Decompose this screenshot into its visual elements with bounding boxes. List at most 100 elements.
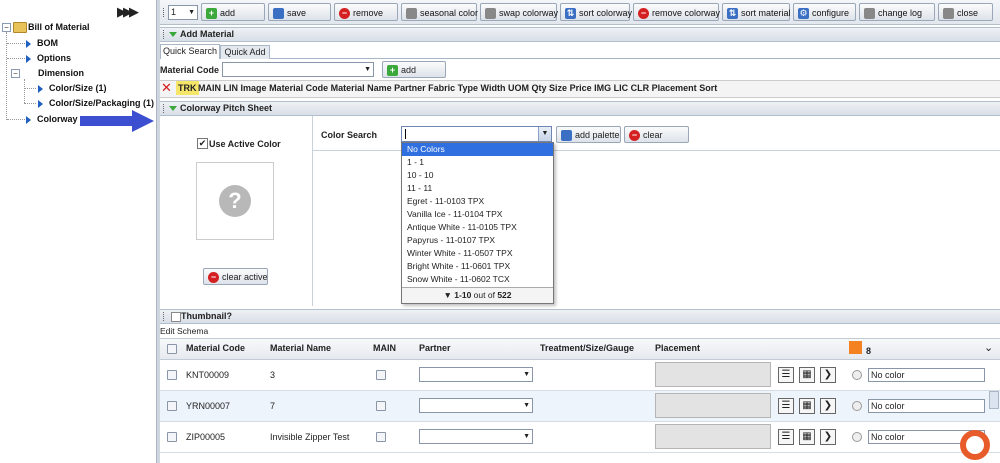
column-main[interactable]: MAIN: [198, 83, 221, 93]
color-field[interactable]: No color: [868, 368, 985, 382]
sort-material-button[interactable]: ⇅ sort material: [722, 3, 791, 21]
header-material-name[interactable]: Material Name: [270, 340, 331, 357]
thumbnail-checkbox[interactable]: [171, 312, 181, 322]
column-uom[interactable]: UOM: [508, 83, 529, 93]
placement-field[interactable]: [655, 362, 771, 387]
seasonal-color-button[interactable]: seasonal color: [401, 3, 478, 21]
header-partner[interactable]: Partner: [419, 340, 451, 357]
select-all-checkbox[interactable]: [167, 344, 177, 354]
add-palette-button[interactable]: add palette: [556, 126, 621, 143]
column-material-name[interactable]: Material Name: [331, 83, 392, 93]
clear-filter-icon[interactable]: ✕: [161, 81, 173, 95]
tree-collapse-root-icon[interactable]: −: [2, 23, 11, 32]
dropdown-option[interactable]: Antique White - 11-0105 TPX: [402, 221, 553, 234]
tree-item-colorway[interactable]: Colorway: [26, 114, 78, 124]
color-field[interactable]: No color: [868, 399, 985, 413]
dropdown-option[interactable]: Winter White - 11-0507 TPX: [402, 247, 553, 260]
next-page-icon[interactable]: ▼: [443, 290, 451, 300]
material-code-select[interactable]: ▼: [222, 62, 374, 77]
header-material-code[interactable]: Material Code: [186, 340, 245, 357]
placement-field[interactable]: [655, 424, 771, 449]
dropdown-option[interactable]: 11 - 11: [402, 182, 553, 195]
collapse-panel-icon[interactable]: ▶▶▶: [117, 4, 139, 20]
arrow-right-icon[interactable]: ❯: [820, 398, 836, 414]
edit-schema-link[interactable]: Edit Schema: [160, 326, 208, 336]
dropdown-option[interactable]: Papyrus - 11-0107 TPX: [402, 234, 553, 247]
page-select[interactable]: 1 ▼: [168, 5, 198, 20]
row-checkbox[interactable]: [167, 432, 177, 442]
tree-item-bom[interactable]: BOM: [26, 38, 58, 48]
header-placement[interactable]: Placement: [655, 340, 700, 357]
column-fabric-type[interactable]: Fabric Type: [428, 83, 478, 93]
dropdown-option[interactable]: 10 - 10: [402, 169, 553, 182]
tree-item-color-size-packaging[interactable]: Color/Size/Packaging (1): [38, 98, 154, 108]
save-button[interactable]: save: [268, 3, 331, 21]
tab-quick-add[interactable]: Quick Add: [220, 45, 270, 59]
column-placement[interactable]: Placement: [652, 83, 697, 93]
remove-button[interactable]: − remove: [334, 3, 398, 21]
configure-button[interactable]: ⚙ configure: [793, 3, 856, 21]
pitch-sheet-header[interactable]: Colorway Pitch Sheet: [160, 101, 1000, 116]
color-radio[interactable]: [852, 370, 862, 380]
color-search-dropdown[interactable]: No Colors 1 - 1 10 - 10 11 - 11 Egret - …: [401, 142, 554, 304]
column-lic[interactable]: LIC: [614, 83, 629, 93]
swap-colorway-button[interactable]: swap colorway: [480, 3, 558, 21]
arrow-right-icon[interactable]: ❯: [820, 429, 836, 445]
partner-select[interactable]: ▼: [419, 398, 533, 413]
tree-item-options[interactable]: Options: [26, 53, 71, 63]
column-image[interactable]: Image: [241, 83, 267, 93]
main-checkbox[interactable]: [376, 401, 386, 411]
header-treatment[interactable]: Treatment/Size/Gauge: [540, 340, 634, 357]
grid-icon[interactable]: ▦: [799, 398, 815, 414]
column-size[interactable]: Size: [549, 83, 567, 93]
header-main[interactable]: MAIN: [373, 340, 396, 357]
dropdown-option[interactable]: Egret - 11-0103 TPX: [402, 195, 553, 208]
partner-select[interactable]: ▼: [419, 429, 533, 444]
main-checkbox[interactable]: [376, 432, 386, 442]
row-checkbox[interactable]: [167, 401, 177, 411]
add-material-header[interactable]: Add Material: [160, 27, 1000, 42]
partner-select[interactable]: ▼: [419, 367, 533, 382]
column-partner[interactable]: Partner: [394, 83, 426, 93]
tree-root-label[interactable]: Bill of Material: [28, 22, 90, 32]
list-icon[interactable]: ☰: [778, 367, 794, 383]
grid-icon[interactable]: ▦: [799, 367, 815, 383]
tab-quick-search[interactable]: Quick Search: [160, 44, 220, 59]
chevron-down-icon[interactable]: ▼: [538, 127, 551, 141]
column-material-code[interactable]: Material Code: [269, 83, 328, 93]
arrow-right-icon[interactable]: ❯: [820, 367, 836, 383]
material-add-button[interactable]: + add: [382, 61, 446, 78]
add-button[interactable]: + add: [201, 3, 265, 21]
help-lifebuoy-icon[interactable]: [960, 430, 990, 460]
chevron-down-icon[interactable]: ⌄: [984, 341, 993, 354]
tree-item-color-size[interactable]: Color/Size (1): [38, 83, 107, 93]
row-checkbox[interactable]: [167, 370, 177, 380]
column-lin[interactable]: LIN: [224, 83, 239, 93]
dropdown-option[interactable]: Snow White - 11-0602 TCX: [402, 273, 553, 286]
column-sort[interactable]: Sort: [699, 83, 717, 93]
tree-collapse-dimension-icon[interactable]: −: [11, 69, 20, 78]
clear-color-button[interactable]: − clear: [624, 126, 689, 143]
color-radio[interactable]: [852, 401, 862, 411]
dropdown-option[interactable]: 1 - 1: [402, 156, 553, 169]
dropdown-option[interactable]: Bright White - 11-0601 TPX: [402, 260, 553, 273]
use-active-color-checkbox[interactable]: ✔: [197, 138, 208, 149]
scrollbar-thumb[interactable]: [989, 391, 999, 409]
change-log-button[interactable]: change log: [859, 3, 935, 21]
column-trk[interactable]: TRK: [176, 81, 199, 95]
list-icon[interactable]: ☰: [778, 398, 794, 414]
column-width[interactable]: Width: [481, 83, 506, 93]
placement-field[interactable]: [655, 393, 771, 418]
grid-icon[interactable]: ▦: [799, 429, 815, 445]
column-img[interactable]: IMG: [594, 83, 611, 93]
close-button[interactable]: close: [938, 3, 993, 21]
dropdown-option[interactable]: Vanilla Ice - 11-0104 TPX: [402, 208, 553, 221]
list-icon[interactable]: ☰: [778, 429, 794, 445]
color-search-input[interactable]: ▼: [401, 126, 552, 142]
column-clr[interactable]: CLR: [631, 83, 650, 93]
color-radio[interactable]: [852, 432, 862, 442]
remove-colorway-button[interactable]: − remove colorway: [633, 3, 720, 21]
tree-item-dimension[interactable]: Dimension: [38, 68, 84, 78]
column-price[interactable]: Price: [570, 83, 592, 93]
clear-active-button[interactable]: − clear active: [203, 268, 268, 285]
